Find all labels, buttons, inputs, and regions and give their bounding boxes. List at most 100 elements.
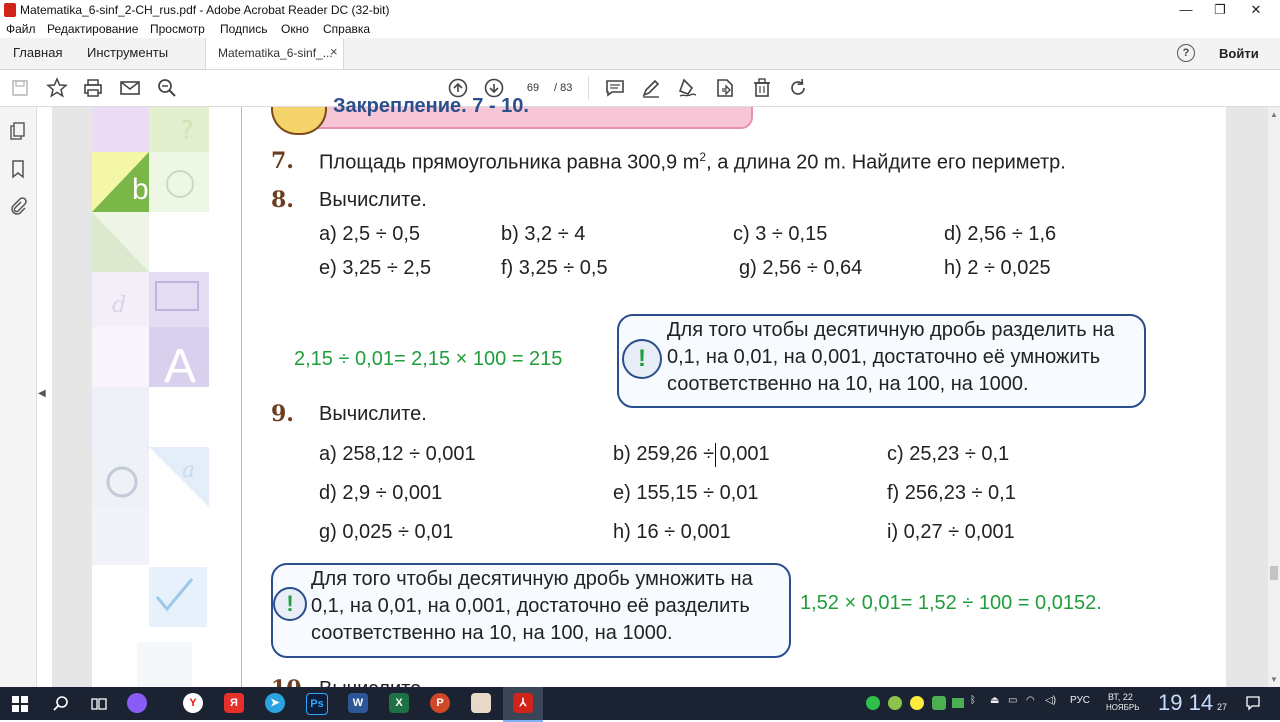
scroll-down-arrow-icon[interactable]: ▼ <box>1270 675 1278 684</box>
task-8-item-e: e) 3,25 ÷ 2,5 <box>319 257 432 279</box>
star-icon[interactable] <box>45 76 69 100</box>
tray-app-icon[interactable] <box>932 696 946 710</box>
exclamation-icon: ! <box>273 587 307 621</box>
toolbar: 69 / 83 <box>0 70 1280 107</box>
tray-battery-icon[interactable] <box>952 698 964 708</box>
highlight-pen-icon[interactable] <box>639 76 663 100</box>
yandex-browser-icon[interactable]: Y <box>183 693 203 713</box>
menu-bar: Файл Редактирование Просмотр Подпись Окн… <box>0 20 1280 38</box>
tray-wifi-icon[interactable]: ◠ <box>1026 695 1035 706</box>
task-8-item-b: b) 3,2 ÷ 4 <box>501 223 586 245</box>
menu-window[interactable]: Окно <box>281 22 309 36</box>
maximize-button[interactable]: ❐ <box>1200 0 1240 20</box>
login-button[interactable]: Войти <box>1219 46 1259 61</box>
task-9-item-f: f) 256,23 ÷ 0,1 <box>887 482 1016 504</box>
acrobat-app-icon <box>4 3 16 17</box>
image-viewer-icon[interactable] <box>471 693 491 713</box>
task-7-number: 7. <box>271 148 294 174</box>
task-view-icon[interactable] <box>90 695 108 718</box>
bookmark-icon[interactable] <box>8 159 28 179</box>
task-8-item-d: d) 2,56 ÷ 1,6 <box>944 223 1057 245</box>
excel-icon[interactable]: X <box>389 693 409 713</box>
page-number-input[interactable]: 69 <box>515 79 551 97</box>
multiplication-example: 1,52 × 0,01= 1,52 ÷ 100 = 0,0152. <box>800 592 1102 614</box>
attachment-icon[interactable] <box>8 196 28 216</box>
notifications-icon[interactable] <box>1245 695 1261 716</box>
task-8-title: Вычислите. <box>319 189 427 211</box>
tray-language[interactable]: РУС <box>1070 695 1090 706</box>
telegram-icon[interactable]: ➤ <box>265 693 285 713</box>
window-title: Matematika_6-sinf_2-CH_rus.pdf - Adobe A… <box>20 3 390 17</box>
toolbar-divider <box>588 76 589 100</box>
mail-icon[interactable] <box>118 76 142 100</box>
tray-app-icon[interactable] <box>888 696 902 710</box>
pages-thumbnail-icon[interactable] <box>8 121 28 141</box>
task-9-item-b: b) 259,26 ÷ 0,001 <box>613 443 770 465</box>
taskbar-active-app[interactable]: ⅄ <box>503 687 543 722</box>
share-icon[interactable] <box>713 76 737 100</box>
document-margin-right <box>1226 107 1268 687</box>
tray-display-icon[interactable]: ▭ <box>1008 695 1017 706</box>
tray-volume-icon[interactable]: ◁) <box>1045 695 1056 706</box>
alice-assistant-icon[interactable] <box>127 693 147 713</box>
tab-home[interactable]: Главная <box>13 45 62 60</box>
page-edge-line <box>241 107 242 687</box>
tray-app-icon[interactable] <box>910 696 924 710</box>
delete-icon[interactable] <box>750 76 774 100</box>
tray-month: НОЯБРЬ <box>1106 703 1140 712</box>
page-total: / 83 <box>554 82 573 94</box>
task-8-item-g: g) 2,56 ÷ 0,64 <box>739 257 863 279</box>
tray-day: ВТ, 22 <box>1108 692 1133 702</box>
powerpoint-icon[interactable]: P <box>430 693 450 713</box>
task-7-text: Площадь прямоугольника равна 300,9 m2, а… <box>319 150 1066 174</box>
task-8-item-f: f) 3,25 ÷ 0,5 <box>501 257 608 279</box>
photoshop-icon[interactable]: Ps <box>306 693 328 715</box>
windows-start-icon[interactable] <box>12 696 28 717</box>
division-example: 2,15 ÷ 0,01= 2,15 × 100 = 215 <box>294 348 563 370</box>
menu-sign[interactable]: Подпись <box>220 22 268 36</box>
svg-text:a: a <box>182 458 195 483</box>
help-icon[interactable]: ? <box>1177 44 1195 62</box>
menu-view[interactable]: Просмотр <box>150 22 205 36</box>
menu-file[interactable]: Файл <box>6 22 36 36</box>
task-9-item-i: i) 0,27 ÷ 0,001 <box>887 521 1015 543</box>
menu-edit[interactable]: Редактирование <box>47 22 138 36</box>
comment-icon[interactable] <box>603 76 627 100</box>
rotate-icon[interactable] <box>786 76 810 100</box>
task-9-item-e: e) 155,15 ÷ 0,01 <box>613 482 759 504</box>
tray-whatsapp-icon[interactable] <box>866 696 880 710</box>
print-icon[interactable] <box>81 76 105 100</box>
division-rule-line-1: Для того чтобы десятичную дробь разделит… <box>667 319 1115 341</box>
task-8-number: 8. <box>271 187 294 213</box>
task-9-number: 9. <box>271 401 294 427</box>
title-bar: Matematika_6-sinf_2-CH_rus.pdf - Adobe A… <box>0 0 1280 20</box>
tab-close-icon[interactable]: × <box>330 44 338 59</box>
yandex-app-icon[interactable]: Я <box>224 693 244 713</box>
task-8-item-h: h) 2 ÷ 0,025 <box>944 257 1051 279</box>
menu-help[interactable]: Справка <box>323 22 370 36</box>
tab-tools[interactable]: Инструменты <box>87 45 168 60</box>
tray-clock[interactable]: 19 14 <box>1158 690 1213 716</box>
vertical-scrollbar[interactable] <box>1268 107 1280 687</box>
zoom-icon[interactable] <box>155 76 179 100</box>
text-cursor <box>715 443 716 467</box>
word-icon[interactable]: W <box>348 693 368 713</box>
acrobat-taskbar-icon: ⅄ <box>513 693 533 713</box>
close-button[interactable]: ✕ <box>1236 0 1276 20</box>
exclamation-icon: ! <box>622 339 662 379</box>
task-9-item-a: a) 258,12 ÷ 0,001 <box>319 443 476 465</box>
task-9-item-g: g) 0,025 ÷ 0,01 <box>319 521 454 543</box>
collapse-panel-icon[interactable]: ◀ <box>38 388 46 399</box>
task-10-title: Вычислите. <box>319 678 427 687</box>
tab-document[interactable]: Matematika_6-sinf_... × <box>205 38 344 69</box>
scroll-up-arrow-icon[interactable]: ▲ <box>1270 110 1278 119</box>
search-icon[interactable] <box>52 695 70 718</box>
scrollbar-thumb[interactable] <box>1270 566 1278 580</box>
sign-icon[interactable] <box>676 76 700 100</box>
task-8-item-a: a) 2,5 ÷ 0,5 <box>319 223 421 245</box>
tray-usb-icon[interactable]: ⏏ <box>990 695 999 706</box>
tray-bluetooth-icon[interactable]: ᛒ <box>970 695 976 706</box>
page-decoration-strip: b A a d ? <box>92 107 242 687</box>
multiplication-rule-line-3: соответственно на 10, на 100, на 1000. <box>311 622 673 644</box>
save-icon[interactable] <box>8 76 32 100</box>
